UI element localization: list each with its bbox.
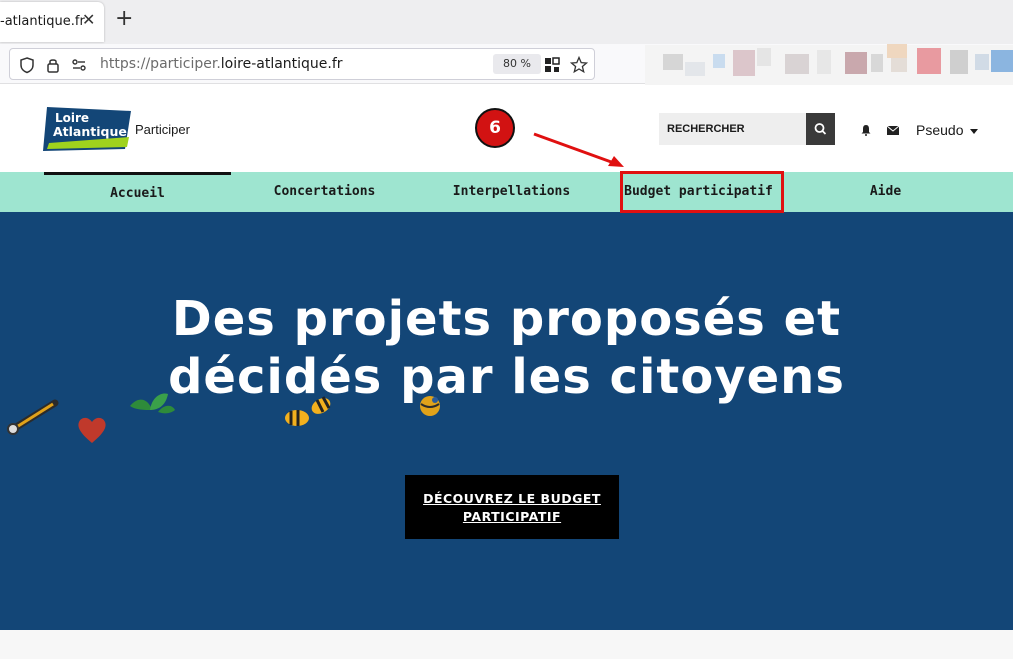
blurred-extensions-area (645, 40, 1013, 85)
nav-item-aide[interactable]: Aide (792, 172, 979, 212)
heart-illustration (78, 417, 106, 443)
mail-icon[interactable] (887, 126, 899, 135)
hero-title: Des projets proposés et décidés par les … (0, 290, 1013, 406)
url-domain: loire-atlantique.fr (220, 56, 343, 72)
chevron-down-icon (970, 128, 979, 134)
cta-line1: DÉCOUVREZ LE BUDGET (423, 491, 601, 506)
close-tab-icon[interactable]: ✕ (82, 12, 95, 28)
browser-tab-bar: -atlantique.fr ✕ + (0, 0, 1013, 44)
shield-icon[interactable] (18, 56, 36, 74)
logo-line1: Loire (55, 111, 89, 125)
nav-item-accueil[interactable]: Accueil (44, 172, 231, 212)
user-menu[interactable]: Pseudo (916, 122, 979, 138)
logo-subtitle: Participer (135, 122, 190, 137)
browser-tab[interactable]: -atlantique.fr ✕ (0, 2, 104, 42)
search-icon (814, 123, 827, 135)
nav-item-concertations[interactable]: Concertations (231, 172, 418, 212)
nav-item-interpellations[interactable]: Interpellations (418, 172, 605, 212)
qr-code-icon[interactable] (543, 56, 561, 74)
search-box (659, 113, 807, 145)
annotation-highlight-box (620, 171, 784, 213)
url-text[interactable]: https://participer.loire-atlantique.fr (100, 56, 343, 72)
bookmark-star-icon[interactable] (570, 56, 588, 74)
zoom-level-badge[interactable]: 80 % (493, 54, 541, 74)
user-name: Pseudo (916, 122, 964, 138)
tab-title: -atlantique.fr (0, 14, 85, 29)
lock-icon[interactable] (44, 56, 62, 74)
discover-budget-button[interactable]: DÉCOUVREZ LE BUDGET PARTICIPATIF (405, 475, 619, 539)
permissions-icon[interactable] (70, 56, 88, 74)
cta-line2: PARTICIPATIF (462, 509, 562, 524)
url-scheme: https://participer. (100, 56, 221, 72)
step-number-badge: 6 (475, 108, 515, 148)
annotation-arrow (533, 132, 624, 167)
page-below-hero (0, 630, 1013, 659)
address-bar[interactable]: https://participer.loire-atlantique.fr 8… (9, 48, 595, 80)
search-input[interactable] (659, 113, 807, 145)
logo-line2: Atlantique (53, 124, 127, 139)
hero-banner: Des projets proposés et décidés par les … (0, 212, 1013, 630)
new-tab-icon[interactable]: + (115, 8, 133, 30)
main-nav: Accueil Concertations Interpellations Bu… (0, 172, 1013, 212)
hero-title-line2: décidés par les citoyens (168, 349, 845, 405)
hero-title-line1: Des projets proposés et (171, 291, 842, 347)
loire-atlantique-logo[interactable]: Loire Atlantique (43, 107, 131, 151)
bell-icon[interactable] (860, 124, 872, 136)
search-button[interactable] (806, 113, 835, 145)
